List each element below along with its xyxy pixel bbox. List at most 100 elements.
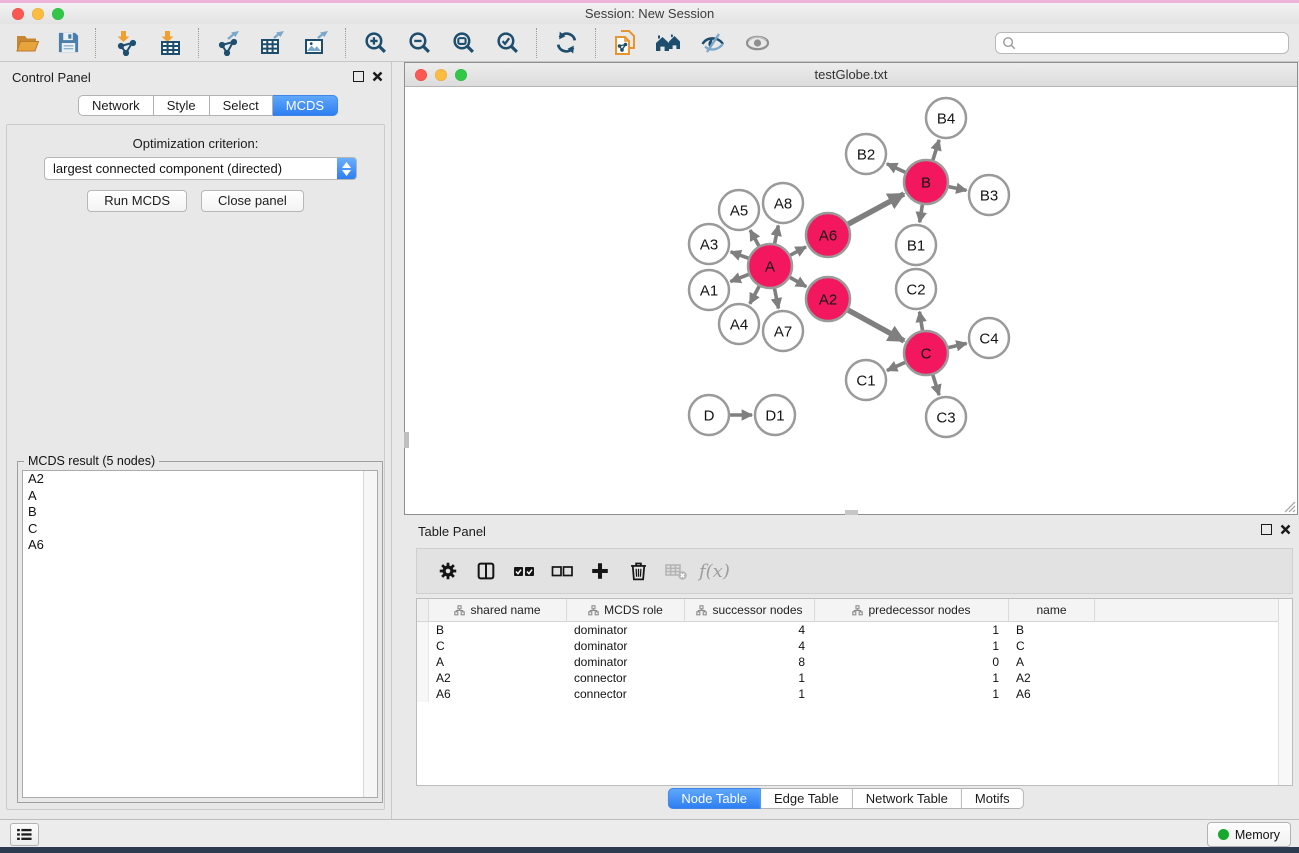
- table-cell-predecessor_nodes[interactable]: 1: [815, 686, 1009, 702]
- graph-node-C4[interactable]: C4: [969, 318, 1009, 358]
- zoom-selected-button[interactable]: [485, 28, 529, 58]
- function-builder-button[interactable]: f(x): [699, 561, 730, 582]
- graph-node-A4[interactable]: A4: [719, 304, 759, 344]
- graph-edge[interactable]: [887, 362, 905, 370]
- delete-column-button[interactable]: [619, 555, 657, 587]
- table-cell-predecessor_nodes[interactable]: 0: [815, 654, 1009, 670]
- zoom-fit-button[interactable]: [441, 28, 485, 58]
- table-cell-name[interactable]: A6: [1009, 686, 1095, 702]
- graph-node-A5[interactable]: A5: [719, 190, 759, 230]
- graph-edge[interactable]: [848, 194, 904, 224]
- table-cell-shared_name[interactable]: A2: [429, 670, 567, 686]
- criterion-select[interactable]: largest connected component (directed): [44, 157, 357, 180]
- tab-node-table[interactable]: Node Table: [667, 788, 761, 809]
- network-canvas-svg[interactable]: B4B2BB3A5A8A6B1A3AA1C2A2A4A7C4CC1C3DD1: [405, 87, 1297, 514]
- graph-node-B3[interactable]: B3: [969, 175, 1009, 215]
- graph-edge[interactable]: [731, 252, 749, 258]
- graph-node-B4[interactable]: B4: [926, 98, 966, 138]
- graph-node-B2[interactable]: B2: [846, 134, 886, 174]
- table-cell-mcds_role[interactable]: connector: [567, 686, 685, 702]
- table-cell-name[interactable]: A2: [1009, 670, 1095, 686]
- search-input[interactable]: [995, 32, 1289, 54]
- table-scrollbar[interactable]: [1278, 599, 1292, 785]
- table-settings-button[interactable]: [429, 555, 467, 587]
- table-cell-predecessor_nodes[interactable]: 1: [815, 622, 1009, 638]
- graph-node-A[interactable]: A: [748, 244, 792, 288]
- graph-edge[interactable]: [948, 343, 966, 347]
- close-panel-icon[interactable]: [372, 71, 383, 82]
- graph-node-C1[interactable]: C1: [846, 360, 886, 400]
- graph-node-C2[interactable]: C2: [896, 269, 936, 309]
- vertical-scrollbar-thumb[interactable]: [404, 432, 409, 448]
- save-session-button[interactable]: [48, 28, 88, 58]
- result-list-item[interactable]: A6: [23, 537, 377, 554]
- float-table-panel-icon[interactable]: [1261, 524, 1272, 535]
- select-all-button[interactable]: [505, 555, 543, 587]
- table-row[interactable]: Cdominator41C: [417, 638, 1292, 654]
- column-header-successor-nodes[interactable]: successor nodes: [685, 599, 815, 621]
- table-cell-shared_name[interactable]: B: [429, 622, 567, 638]
- new-network-from-selection-button[interactable]: [603, 28, 647, 58]
- table-cell-name[interactable]: B: [1009, 622, 1095, 638]
- graph-edge[interactable]: [920, 205, 923, 223]
- export-table-button[interactable]: [250, 28, 294, 58]
- network-overview-button[interactable]: [647, 28, 691, 58]
- import-table-button[interactable]: [147, 28, 191, 58]
- table-cell-name[interactable]: C: [1009, 638, 1095, 654]
- tab-motifs[interactable]: Motifs: [962, 788, 1024, 809]
- table-cell-mcds_role[interactable]: dominator: [567, 654, 685, 670]
- show-graphics-details-button[interactable]: [735, 28, 779, 58]
- table-cell-shared_name[interactable]: C: [429, 638, 567, 654]
- open-session-button[interactable]: [8, 28, 48, 58]
- table-row[interactable]: A2connector11A2: [417, 670, 1292, 686]
- graph-node-B1[interactable]: B1: [896, 225, 936, 265]
- table-cell-successor_nodes[interactable]: 1: [685, 670, 815, 686]
- graph-edge[interactable]: [790, 247, 806, 255]
- zoom-in-button[interactable]: [353, 28, 397, 58]
- graph-node-A7[interactable]: A7: [763, 311, 803, 351]
- graph-node-C3[interactable]: C3: [926, 397, 966, 437]
- graph-node-B[interactable]: B: [904, 160, 948, 204]
- tab-style[interactable]: Style: [154, 95, 210, 116]
- import-network-button[interactable]: [103, 28, 147, 58]
- run-mcds-button[interactable]: Run MCDS: [87, 190, 187, 212]
- graph-edge[interactable]: [933, 140, 939, 160]
- float-panel-icon[interactable]: [353, 71, 364, 82]
- memory-button[interactable]: Memory: [1207, 822, 1291, 847]
- graph-edge[interactable]: [933, 375, 939, 395]
- graph-node-A1[interactable]: A1: [689, 270, 729, 310]
- graph-edge[interactable]: [887, 164, 905, 173]
- add-column-button[interactable]: [581, 555, 619, 587]
- export-image-button[interactable]: [294, 28, 338, 58]
- table-cell-successor_nodes[interactable]: 1: [685, 686, 815, 702]
- table-row[interactable]: A6connector11A6: [417, 686, 1292, 702]
- table-cell-name[interactable]: A: [1009, 654, 1095, 670]
- graph-edge[interactable]: [750, 286, 759, 303]
- graph-edge[interactable]: [750, 230, 759, 246]
- tab-network[interactable]: Network: [78, 95, 154, 116]
- task-history-button[interactable]: [10, 823, 39, 846]
- graph-edge[interactable]: [920, 312, 923, 331]
- close-panel-button[interactable]: Close panel: [201, 190, 304, 212]
- graph-edge[interactable]: [775, 226, 779, 244]
- table-cell-predecessor_nodes[interactable]: 1: [815, 638, 1009, 654]
- column-header-predecessor-nodes[interactable]: predecessor nodes: [815, 599, 1009, 621]
- result-list-scrollbar[interactable]: [363, 471, 377, 797]
- table-cell-predecessor_nodes[interactable]: 1: [815, 670, 1009, 686]
- close-table-panel-icon[interactable]: [1280, 524, 1291, 535]
- column-header-name[interactable]: name: [1009, 599, 1095, 621]
- tab-mcds[interactable]: MCDS: [273, 95, 338, 116]
- resize-grip-icon[interactable]: [1282, 499, 1296, 513]
- graph-edge[interactable]: [949, 187, 967, 191]
- table-cell-successor_nodes[interactable]: 4: [685, 638, 815, 654]
- result-list-item[interactable]: B: [23, 504, 377, 521]
- graph-edge[interactable]: [848, 310, 904, 341]
- refresh-view-button[interactable]: [544, 28, 588, 58]
- tab-select[interactable]: Select: [210, 95, 273, 116]
- tab-edge-table[interactable]: Edge Table: [761, 788, 853, 809]
- table-cell-shared_name[interactable]: A: [429, 654, 567, 670]
- export-network-button[interactable]: [206, 28, 250, 58]
- graph-node-C[interactable]: C: [904, 331, 948, 375]
- hide-graphics-details-button[interactable]: [691, 28, 735, 58]
- mcds-result-list[interactable]: A2ABCA6: [22, 470, 378, 798]
